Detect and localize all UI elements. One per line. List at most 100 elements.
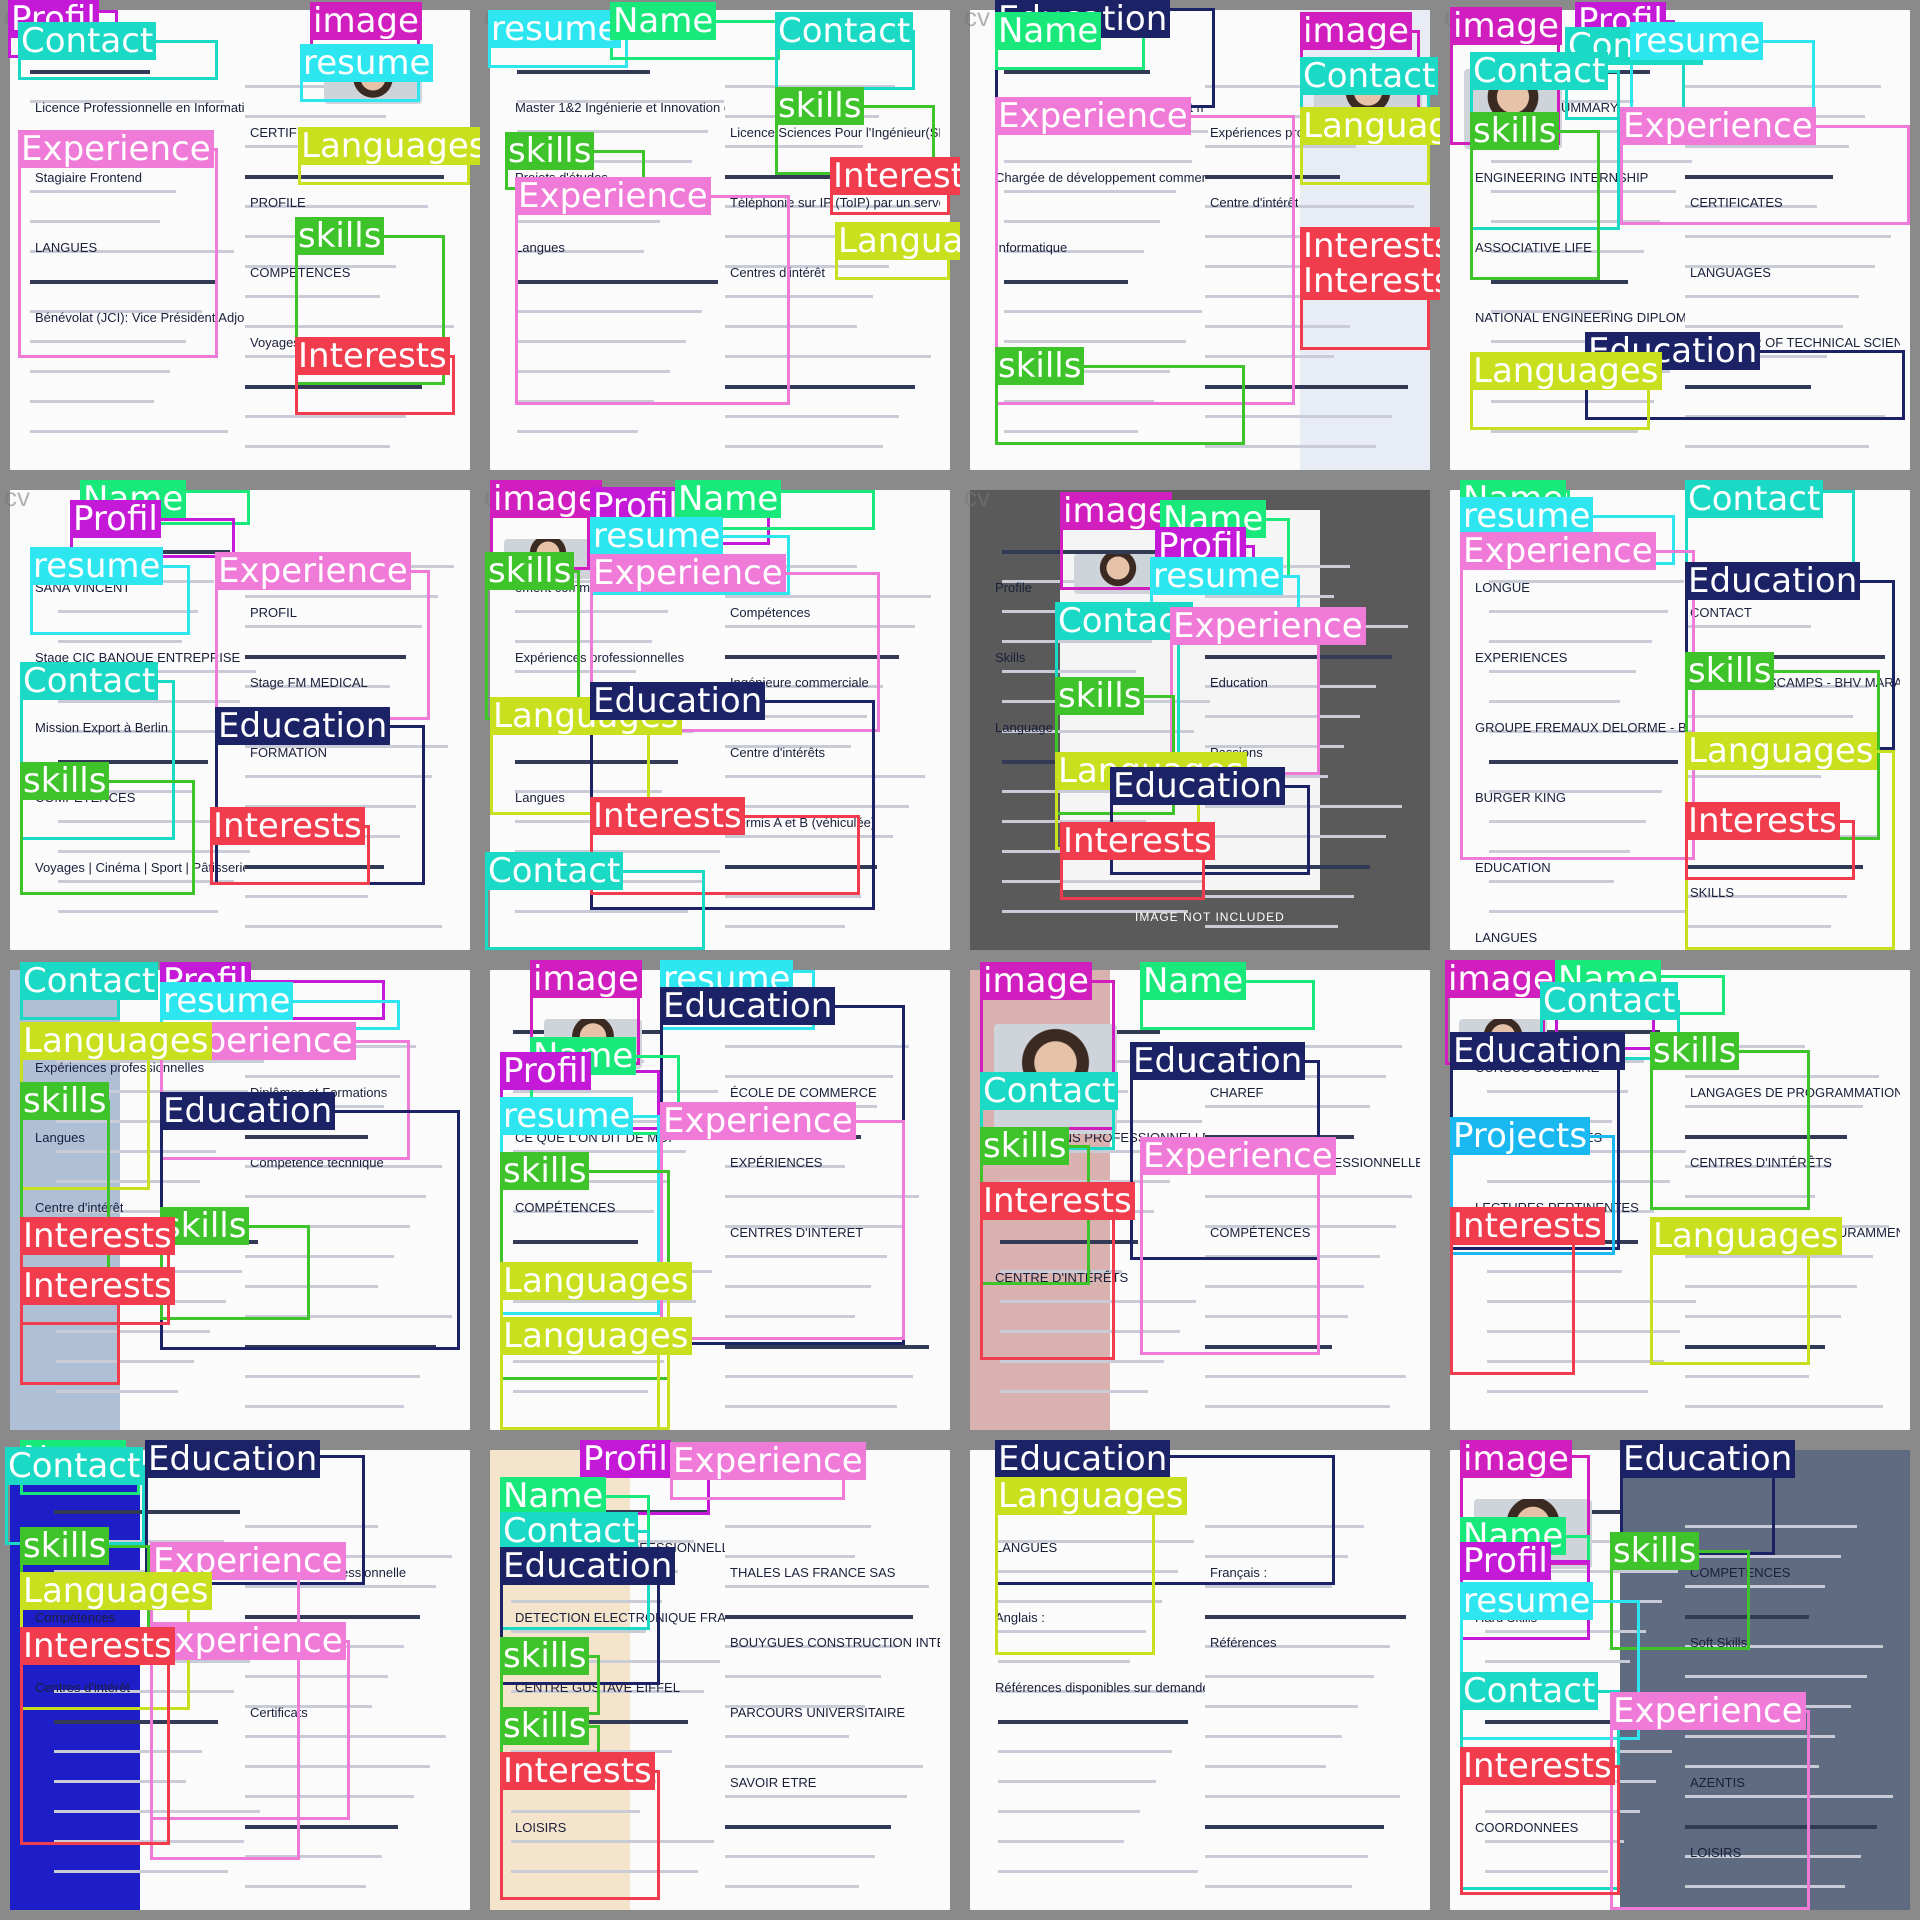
bbox-experience bbox=[1460, 550, 1695, 860]
text-line bbox=[1205, 445, 1376, 448]
text-line bbox=[1205, 1795, 1400, 1798]
text-line bbox=[54, 1870, 228, 1873]
bbox-label-interests: Interests bbox=[500, 1752, 655, 1790]
bbox-label-languages: Languages bbox=[835, 222, 960, 260]
bbox-label-skills: skills bbox=[1650, 1032, 1740, 1070]
text-line bbox=[1205, 1765, 1326, 1768]
bbox-label-education: Education bbox=[215, 707, 391, 745]
bbox-label-interests: Interests bbox=[20, 1627, 175, 1665]
text-line bbox=[725, 925, 845, 928]
bbox-label-image: image bbox=[490, 480, 602, 518]
text-line bbox=[725, 1555, 855, 1558]
resume-text: PARCOURS UNIVERSITAIRE bbox=[730, 1705, 906, 1720]
bbox-label-resume: resume bbox=[488, 10, 622, 48]
resume-text: LANGUES bbox=[1475, 930, 1538, 945]
bbox-label-skills: skills bbox=[980, 1127, 1070, 1165]
bbox-experience bbox=[1610, 1710, 1810, 1910]
text-line bbox=[30, 400, 154, 403]
bbox-label-contact: Contact bbox=[1300, 57, 1439, 95]
resume-tile: Master 1&2 Ingénierie et Innovation en I… bbox=[480, 0, 960, 480]
text-line bbox=[998, 1870, 1198, 1873]
bbox-label-skills: skills bbox=[775, 87, 865, 125]
text-line bbox=[1685, 1675, 1867, 1678]
bbox-label-image: image bbox=[1450, 7, 1562, 45]
text-line bbox=[245, 445, 390, 448]
resume-text: THALES LAS FRANCE SAS bbox=[730, 1565, 896, 1580]
resume-text: Profile bbox=[995, 580, 1032, 595]
text-line bbox=[245, 1885, 366, 1888]
bbox-label-languages: Languages bbox=[20, 1022, 212, 1060]
resume-text: Language bbox=[995, 720, 1053, 735]
bbox-label-skills: skills bbox=[1055, 677, 1145, 715]
resume-text: BOUYGUES CONSTRUCTION INTERNATIONAL bbox=[730, 1635, 940, 1650]
text-line bbox=[245, 415, 406, 418]
text-line bbox=[1489, 910, 1688, 913]
text-line bbox=[725, 1795, 907, 1798]
text-line bbox=[725, 1855, 875, 1858]
bbox-label-contact: Contact bbox=[485, 852, 624, 890]
bbox-label-languages: Languages bbox=[500, 1317, 692, 1355]
bbox-label-experience: Experience bbox=[18, 130, 214, 168]
bbox-label-interests: Interests bbox=[1300, 227, 1440, 265]
bbox-label-experience: Experience bbox=[670, 1442, 866, 1480]
image-filename: cv bbox=[964, 482, 990, 512]
text-line bbox=[245, 895, 368, 898]
text-line bbox=[1000, 1360, 1164, 1363]
bbox-label-education: Education bbox=[1685, 562, 1861, 600]
bbox-label-languages: Languages bbox=[1300, 107, 1440, 145]
text-line bbox=[1685, 235, 1891, 238]
resume-tile: LANGUES Français : Anglais : Références Réfé… bbox=[960, 1440, 1440, 1920]
bbox-label-interests: Interests bbox=[20, 1217, 175, 1255]
bbox-label-resume: resume bbox=[160, 982, 294, 1020]
text-line bbox=[725, 1405, 897, 1408]
text-line bbox=[1685, 1405, 1883, 1408]
resume-text: PROFILE bbox=[250, 195, 306, 210]
bbox-label-contact: Contact bbox=[20, 662, 159, 700]
bbox-label-image: image bbox=[980, 962, 1092, 1000]
bbox-label-image: image bbox=[1060, 492, 1172, 530]
bbox-label-skills: skills bbox=[1470, 112, 1560, 150]
bbox-label-resume: resume bbox=[1460, 497, 1594, 535]
resume-text: Références disponibles sur demande. bbox=[995, 1680, 1205, 1695]
bbox-label-interests: Interests bbox=[1450, 1207, 1605, 1245]
bbox-label-experience: Experience bbox=[590, 554, 786, 592]
bbox-interests bbox=[20, 1645, 170, 1845]
bbox-label-contact: Contact bbox=[980, 1072, 1119, 1110]
bbox-label-image: image bbox=[530, 960, 642, 998]
text-line bbox=[998, 1810, 1140, 1813]
bbox-label-languages: Languages bbox=[1650, 1217, 1842, 1255]
text-line bbox=[1489, 880, 1614, 883]
bbox-label-experience: Experience bbox=[150, 1622, 346, 1660]
text-line bbox=[725, 175, 847, 179]
resume-text: Master 1&2 Ingénierie et Innovation en I… bbox=[515, 100, 725, 115]
resume-text: Skills bbox=[995, 650, 1026, 665]
text-line bbox=[245, 1375, 420, 1378]
text-line bbox=[725, 1375, 913, 1378]
resume-tile: CURSUS SCOLAIRELANGAGES DE PROGRAMMATION… bbox=[1440, 960, 1920, 1440]
bbox-label-education: Education bbox=[1450, 1032, 1626, 1070]
resume-tile: Master 1 Stratégie commerciale et market… bbox=[960, 0, 1440, 480]
bbox-label-experience: Experience bbox=[1620, 107, 1816, 145]
text-line bbox=[725, 1825, 891, 1829]
text-line bbox=[725, 1885, 859, 1888]
bbox-label-experience: Experience bbox=[1610, 1692, 1806, 1730]
bbox-label-contact: Contact bbox=[20, 962, 159, 1000]
bbox-label-resume: resume bbox=[1630, 22, 1764, 60]
bbox-label-contact: Contact bbox=[1470, 52, 1609, 90]
text-line bbox=[725, 1765, 923, 1768]
text-line bbox=[1487, 1390, 1648, 1393]
bbox-label-skills: skills bbox=[500, 1152, 590, 1190]
bbox-label-education: Education bbox=[995, 1440, 1171, 1478]
text-line bbox=[1685, 295, 1859, 298]
bbox-label-resume: resume bbox=[1150, 557, 1284, 595]
bbox-label-skills: skills bbox=[995, 347, 1085, 385]
bbox-label-name: Name bbox=[610, 2, 717, 40]
bbox-label-interests: Interests bbox=[210, 807, 365, 845]
text-line bbox=[725, 1615, 913, 1619]
resume-text: Licence Professionnelle en Informatique … bbox=[35, 100, 245, 115]
resume-text: EDUCATION bbox=[1475, 860, 1551, 875]
bbox-label-contact: Contact bbox=[1460, 1672, 1599, 1710]
bbox-experience bbox=[150, 1640, 350, 1820]
bbox-label-contact: Contact bbox=[1540, 982, 1679, 1020]
bbox-label-experience: Experience bbox=[215, 552, 411, 590]
